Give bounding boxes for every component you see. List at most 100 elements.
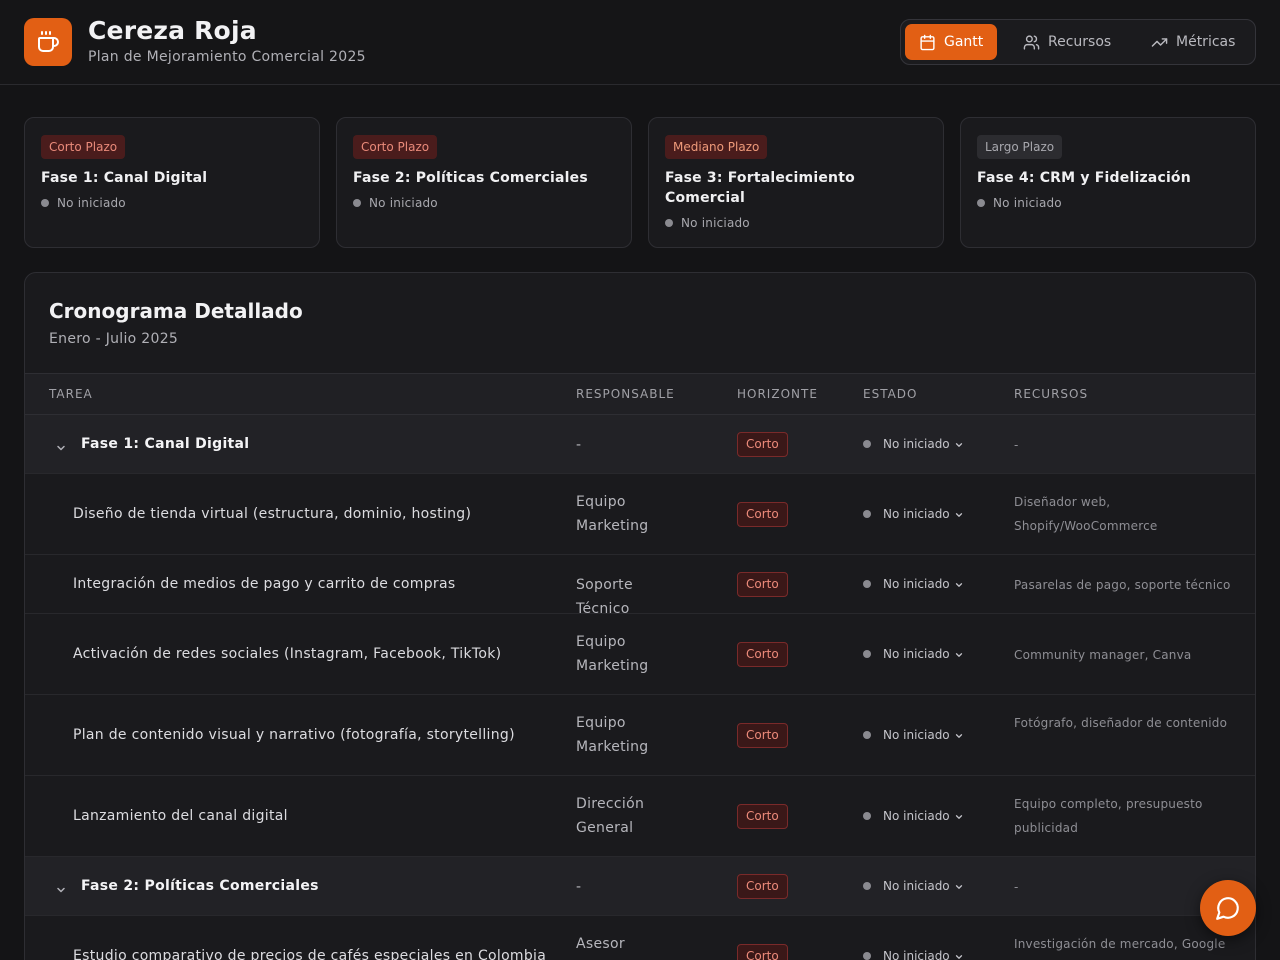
resources: Pasarelas de pago, soporte técnico <box>1014 577 1231 592</box>
chevron-down-icon <box>954 881 964 891</box>
task-name: Integración de medios de pago y carrito … <box>73 575 456 592</box>
task-name: Diseño de tienda virtual (estructura, do… <box>73 505 472 522</box>
status-label: No iniciado <box>883 436 950 451</box>
status-dot <box>353 199 361 207</box>
status-label: No iniciado <box>883 646 950 661</box>
status-dropdown[interactable]: No iniciado <box>863 949 964 960</box>
task-name: Estudio comparativo de precios de cafés … <box>73 947 547 960</box>
phase-card-4[interactable]: Largo Plazo Fase 4: CRM y Fidelización N… <box>960 117 1256 248</box>
phase-status: No iniciado <box>977 196 1062 210</box>
status-dropdown[interactable]: No iniciado <box>863 647 964 661</box>
status-dot <box>665 219 673 227</box>
responsable: - <box>576 436 582 453</box>
table-row: Estudio comparativo de precios de cafés … <box>25 916 1255 960</box>
phase-card-3[interactable]: Mediano Plazo Fase 3: Fortalecimiento Co… <box>648 117 944 248</box>
horizon-badge: Corto Plazo <box>353 135 438 159</box>
table-row: Activación de redes sociales (Instagram,… <box>25 614 1255 695</box>
task-name: Lanzamiento del canal digital <box>73 807 288 824</box>
app-subtitle: Plan de Mejoramiento Comercial 2025 <box>88 49 366 65</box>
column-header-recursos: RECURSOS <box>1014 387 1089 401</box>
status-label: No iniciado <box>883 948 950 960</box>
schedule-panel: Cronograma Detallado Enero - Julio 2025 … <box>24 272 1256 960</box>
logo <box>24 18 72 66</box>
status-dot <box>41 199 49 207</box>
phase-card-1[interactable]: Corto Plazo Fase 1: Canal Digital No ini… <box>24 117 320 248</box>
resources: Equipo completo, presupuesto publicidad <box>1014 797 1203 835</box>
phase-status: No iniciado <box>41 196 126 210</box>
status-dropdown[interactable]: No iniciado <box>863 577 964 591</box>
task-name: Activación de redes sociales (Instagram,… <box>73 645 502 662</box>
chat-bubble-icon <box>1216 897 1239 920</box>
tab-gantt[interactable]: Gantt <box>905 24 998 60</box>
coffee-cup-icon <box>38 31 59 52</box>
column-header-responsable: RESPONSABLE <box>576 387 675 401</box>
responsable: Dirección General <box>576 796 645 836</box>
responsable: - <box>576 878 582 895</box>
status-label: No iniciado <box>883 878 950 893</box>
chevron-down-icon <box>954 579 964 589</box>
status-dot <box>863 649 871 658</box>
horizon-badge: Corto <box>737 722 788 748</box>
status-dropdown[interactable]: No iniciado <box>863 809 964 823</box>
chevron-down-icon <box>954 509 964 519</box>
table-row: Integración de medios de pago y carrito … <box>25 555 1255 617</box>
status-dropdown[interactable]: No iniciado <box>863 728 964 742</box>
status-label: No iniciado <box>883 576 950 591</box>
horizon-badge: Mediano Plazo <box>665 135 768 159</box>
table-row: Diseño de tienda virtual (estructura, do… <box>25 474 1255 555</box>
app-header: Cereza Roja Plan de Mejoramiento Comerci… <box>0 0 1280 85</box>
resources: Community manager, Canva <box>1014 647 1192 662</box>
chevron-down-icon <box>954 951 964 960</box>
tab-recursos[interactable]: Recursos <box>1009 24 1125 60</box>
phase-status: No iniciado <box>665 216 750 230</box>
status-dropdown[interactable]: No iniciado <box>863 437 964 451</box>
phase-row[interactable]: Fase 2: Políticas Comerciales - Corto No in… <box>25 857 1255 916</box>
horizon-badge: Corto <box>737 943 788 960</box>
phase-row[interactable]: Fase 1: Canal Digital - Corto No iniciado - <box>25 415 1255 474</box>
phase-status: No iniciado <box>353 196 438 210</box>
status-dot <box>863 439 871 448</box>
users-icon <box>1023 34 1040 50</box>
column-header-estado: ESTADO <box>863 387 918 401</box>
chevron-down-icon[interactable] <box>55 881 67 893</box>
status-dot <box>863 881 871 890</box>
status-dot <box>863 951 871 960</box>
tab-metricas-label: Métricas <box>1176 34 1236 50</box>
task-name: Plan de contenido visual y narrativo (fo… <box>73 726 515 743</box>
table-header: TAREA RESPONSABLE HORIZONTE ESTADO RECUR… <box>25 373 1255 415</box>
phase-status-label: No iniciado <box>993 196 1062 210</box>
status-label: No iniciado <box>883 727 950 742</box>
responsable: Equipo Marketing <box>576 634 649 674</box>
phase-status-label: No iniciado <box>369 196 438 210</box>
tab-metricas[interactable]: Métricas <box>1137 24 1249 60</box>
phase-name: Fase 1: Canal Digital <box>81 435 250 452</box>
horizon-badge: Corto <box>737 571 788 597</box>
calendar-icon <box>920 34 935 50</box>
view-switcher: Gantt Recursos Métricas <box>900 19 1256 65</box>
status-dropdown[interactable]: No iniciado <box>863 507 964 521</box>
schedule-title: Cronograma Detallado <box>49 299 303 323</box>
horizon-badge: Corto <box>737 803 788 829</box>
status-dot <box>863 579 871 588</box>
chevron-down-icon[interactable] <box>55 439 67 451</box>
horizon-badge: Corto <box>737 873 788 899</box>
column-header-horizonte: HORIZONTE <box>737 387 818 401</box>
trending-up-icon <box>1151 37 1168 47</box>
horizon-badge: Corto <box>737 431 788 457</box>
phase-name: Fase 2: Políticas Comerciales <box>81 877 319 894</box>
status-dot <box>863 730 871 739</box>
schedule-subtitle: Enero - Julio 2025 <box>49 331 179 347</box>
horizon-badge: Corto <box>737 641 788 667</box>
status-label: No iniciado <box>883 506 950 521</box>
status-dot <box>863 509 871 518</box>
status-dropdown[interactable]: No iniciado <box>863 879 964 893</box>
phase-card-2[interactable]: Corto Plazo Fase 2: Políticas Comerciale… <box>336 117 632 248</box>
responsable: Equipo Marketing <box>576 494 649 534</box>
chat-button[interactable] <box>1200 880 1256 936</box>
chevron-down-icon <box>954 730 964 740</box>
status-label: No iniciado <box>883 808 950 823</box>
responsable: Asesor <box>576 936 625 952</box>
horizon-badge: Corto <box>737 501 788 527</box>
app-title: Cereza Roja <box>88 16 257 45</box>
phase-title: Fase 1: Canal Digital <box>41 170 208 186</box>
